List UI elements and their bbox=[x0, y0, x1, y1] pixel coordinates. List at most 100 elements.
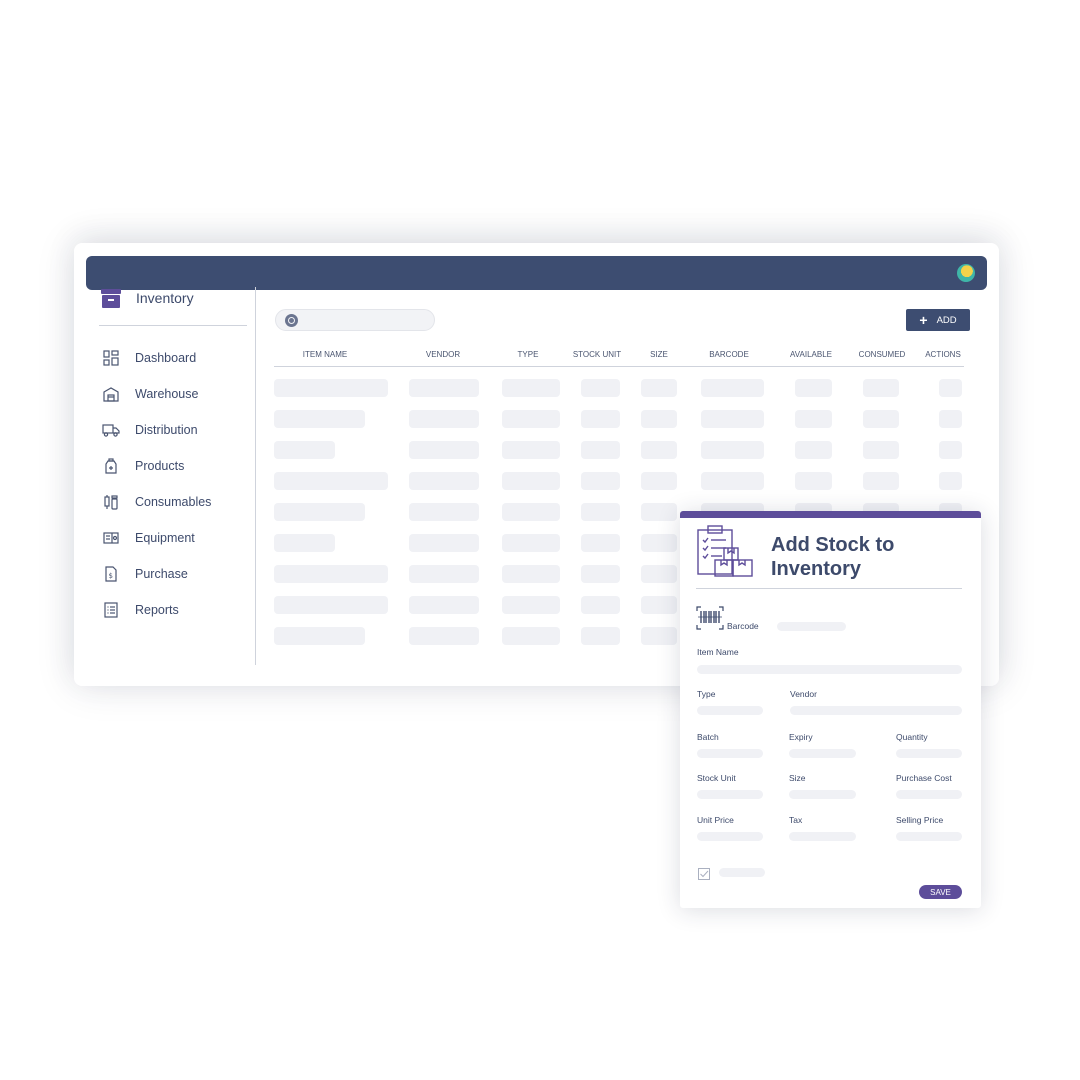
table-cell bbox=[701, 379, 764, 397]
table-cell bbox=[641, 627, 677, 645]
barcode-scan-icon[interactable] bbox=[696, 605, 724, 631]
table-cell-item-name bbox=[274, 441, 335, 459]
search-icon bbox=[285, 314, 298, 327]
checkbox-icon[interactable] bbox=[698, 867, 710, 880]
brand-divider bbox=[99, 325, 247, 326]
quantity-label: Quantity bbox=[896, 732, 928, 742]
add-button-label: ADD bbox=[936, 314, 957, 326]
sidebar-item-warehouse[interactable]: Warehouse bbox=[102, 376, 211, 412]
size-field[interactable] bbox=[789, 790, 856, 799]
expiry-field[interactable] bbox=[789, 749, 856, 758]
sidebar-item-dashboard[interactable]: Dashboard bbox=[102, 340, 211, 376]
table-cell bbox=[641, 379, 677, 397]
search-input[interactable] bbox=[304, 313, 429, 329]
sidebar-item-label: Consumables bbox=[135, 495, 212, 509]
column-header-vendor[interactable]: VENDOR bbox=[426, 350, 460, 359]
table-cell bbox=[502, 503, 560, 521]
table-cell-item-name bbox=[274, 503, 365, 521]
table-cell bbox=[502, 627, 560, 645]
save-button[interactable]: SAVE bbox=[919, 885, 962, 899]
sidebar-divider bbox=[255, 287, 256, 665]
table-cell-item-name bbox=[274, 627, 365, 645]
expiry-label: Expiry bbox=[789, 732, 813, 742]
brand[interactable]: Inventory bbox=[100, 285, 194, 311]
table-cell-item-name bbox=[274, 565, 388, 583]
table-cell bbox=[581, 441, 620, 459]
table-cell bbox=[795, 379, 832, 397]
table-cell-item-name bbox=[274, 410, 365, 428]
table-cell bbox=[863, 379, 899, 397]
clipboard-boxes-icon bbox=[696, 525, 754, 583]
column-header-available[interactable]: AVAILABLE bbox=[790, 350, 832, 359]
table-cell bbox=[581, 565, 620, 583]
column-header-actions[interactable]: ACTIONS bbox=[925, 350, 961, 359]
table-header: ITEM NAME VENDOR TYPE STOCK UNIT SIZE BA… bbox=[274, 347, 964, 367]
list-report-icon bbox=[102, 601, 120, 619]
sidebar-item-label: Equipment bbox=[135, 531, 195, 545]
sidebar-item-products[interactable]: Products bbox=[102, 448, 211, 484]
stock-unit-field[interactable] bbox=[697, 790, 763, 799]
tax-field[interactable] bbox=[789, 832, 856, 841]
sidebar-item-purchase[interactable]: $ Purchase bbox=[102, 556, 211, 592]
bottle-icon bbox=[102, 457, 120, 475]
purchase-cost-label: Purchase Cost bbox=[896, 773, 952, 783]
table-cell bbox=[641, 472, 677, 490]
sidebar-item-equipment[interactable]: Equipment bbox=[102, 520, 211, 556]
sidebar-nav: Dashboard Warehouse Distribution Product… bbox=[102, 340, 211, 628]
sidebar-item-label: Warehouse bbox=[135, 387, 199, 401]
barcode-field[interactable] bbox=[777, 622, 846, 631]
app-logo-icon[interactable] bbox=[957, 264, 975, 282]
table-cell bbox=[701, 441, 764, 459]
table-cell bbox=[409, 410, 479, 428]
table-cell[interactable] bbox=[939, 472, 962, 490]
batch-field[interactable] bbox=[697, 749, 763, 758]
quantity-field[interactable] bbox=[896, 749, 962, 758]
sidebar-item-reports[interactable]: Reports bbox=[102, 592, 211, 628]
table-cell bbox=[641, 441, 677, 459]
table-cell bbox=[581, 472, 620, 490]
table-cell bbox=[581, 596, 620, 614]
table-cell bbox=[409, 379, 479, 397]
stock-unit-label: Stock Unit bbox=[697, 773, 736, 783]
selling-price-field[interactable] bbox=[896, 832, 962, 841]
column-header-type[interactable]: TYPE bbox=[518, 350, 539, 359]
table-cell[interactable] bbox=[939, 441, 962, 459]
purchase-cost-field[interactable] bbox=[896, 790, 962, 799]
search-box[interactable] bbox=[275, 309, 435, 331]
table-cell bbox=[502, 379, 560, 397]
table-cell[interactable] bbox=[939, 410, 962, 428]
table-cell bbox=[409, 627, 479, 645]
table-cell bbox=[409, 503, 479, 521]
checkbox-label-placeholder bbox=[719, 868, 765, 877]
column-header-item-name[interactable]: ITEM NAME bbox=[303, 350, 347, 359]
sidebar-item-label: Dashboard bbox=[135, 351, 197, 365]
table-cell bbox=[795, 441, 832, 459]
sidebar-item-consumables[interactable]: Consumables bbox=[102, 484, 211, 520]
table-cell bbox=[409, 441, 479, 459]
sidebar-item-label: Products bbox=[135, 459, 185, 473]
column-header-stock-unit[interactable]: STOCK UNIT bbox=[573, 350, 621, 359]
table-cell bbox=[795, 472, 832, 490]
type-field[interactable] bbox=[697, 706, 763, 715]
column-header-consumed[interactable]: CONSUMED bbox=[859, 350, 906, 359]
table-cell bbox=[502, 596, 560, 614]
column-header-size[interactable]: SIZE bbox=[650, 350, 668, 359]
table-cell bbox=[502, 565, 560, 583]
item-name-field[interactable] bbox=[697, 665, 962, 674]
add-button[interactable]: + ADD bbox=[906, 309, 970, 331]
column-header-barcode[interactable]: BARCODE bbox=[709, 350, 749, 359]
table-cell bbox=[502, 472, 560, 490]
table-cell bbox=[409, 472, 479, 490]
unit-price-field[interactable] bbox=[697, 832, 763, 841]
table-cell bbox=[581, 534, 620, 552]
vendor-field[interactable] bbox=[790, 706, 962, 715]
table-cell[interactable] bbox=[939, 379, 962, 397]
sidebar-item-label: Distribution bbox=[135, 423, 198, 437]
sidebar-item-distribution[interactable]: Distribution bbox=[102, 412, 211, 448]
table-cell bbox=[641, 534, 677, 552]
dashboard-grid-icon bbox=[102, 349, 120, 367]
table-cell bbox=[409, 596, 479, 614]
table-cell-item-name bbox=[274, 379, 388, 397]
table-cell bbox=[641, 410, 677, 428]
type-label: Type bbox=[697, 689, 716, 699]
